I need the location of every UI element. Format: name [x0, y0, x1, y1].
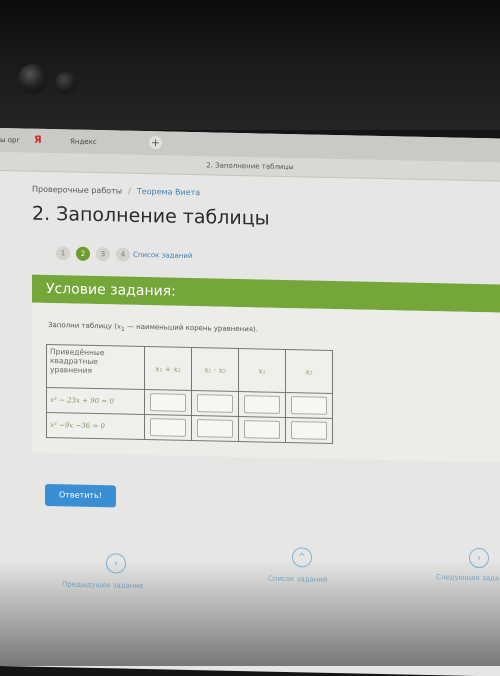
breadcrumb-item-tests[interactable]: Проверочные работы: [32, 185, 122, 196]
pager-page-2-active[interactable]: 2: [76, 246, 90, 261]
product-input[interactable]: [197, 394, 233, 413]
submit-answer-button[interactable]: Ответить!: [45, 483, 116, 508]
breadcrumb: Проверочные работы / Теорема Виета: [32, 185, 200, 198]
webcam-object-secondary: [55, 72, 77, 94]
table-cell: [144, 414, 192, 441]
pager-page-4[interactable]: 4: [116, 247, 130, 262]
table-cell: [285, 417, 333, 444]
prev-task-link[interactable]: Предыдущее задание: [62, 580, 143, 590]
webcam-object: [18, 64, 48, 94]
table-header-product: x₁ · x₂: [191, 347, 239, 392]
table-header-sum: x₁ + x₂: [144, 346, 192, 391]
sum-input[interactable]: [150, 393, 186, 412]
browser-tab-yandex[interactable]: Яндекс: [70, 137, 97, 146]
breadcrumb-separator: /: [128, 186, 131, 196]
browser-tab-fragment[interactable]: ы орг: [0, 136, 20, 144]
next-task-link[interactable]: Следующее зада: [436, 573, 499, 582]
sum-input[interactable]: [150, 418, 186, 437]
new-tab-button[interactable]: +: [149, 136, 162, 150]
instruction-before: Заполни таблицу (: [48, 321, 118, 331]
breadcrumb-item-vieta[interactable]: Теорема Виета: [137, 187, 200, 197]
x1-input[interactable]: [244, 395, 280, 414]
x2-input[interactable]: [291, 396, 327, 415]
x1-input[interactable]: [244, 420, 280, 439]
equation-label: x² − 23x + 90 = 0: [46, 387, 145, 415]
table-cell: [285, 392, 333, 419]
table-cell: [191, 390, 239, 417]
pager-page-1[interactable]: 1: [56, 246, 70, 261]
table-header-row: Приведённые квадратные уравнения x₁ + x₂…: [46, 344, 333, 394]
task-list-bottom-link[interactable]: Список заданий: [268, 575, 327, 584]
product-input[interactable]: [197, 419, 233, 438]
table-cell: [191, 415, 239, 442]
answer-table: Приведённые квадратные уравнения x₁ + x₂…: [46, 343, 333, 444]
yandex-icon: Я: [34, 134, 42, 146]
browser-screen: ы орг Я Яндекс + 2. Заполнение таблицы П…: [0, 128, 500, 676]
table-cell: [238, 416, 286, 443]
page-title: 2. Заполнение таблицы: [32, 202, 270, 230]
table-header-equations: Приведённые квадратные уравнения: [46, 344, 145, 390]
task-list-icon[interactable]: ^: [292, 547, 312, 568]
table-header-x1: x₁: [238, 348, 286, 393]
x2-input[interactable]: [291, 421, 327, 440]
table-row: x² −9x −36 = 0: [46, 412, 333, 444]
table-header-x2: x₂: [285, 349, 333, 394]
monitor-bezel: [0, 0, 500, 130]
equation-label: x² −9x −36 = 0: [46, 412, 145, 440]
pager-page-3[interactable]: 3: [96, 247, 110, 262]
table-cell: [144, 389, 192, 416]
next-task-icon[interactable]: ›: [469, 547, 489, 569]
table-cell: [238, 391, 286, 418]
task-list-link[interactable]: Список заданий: [133, 251, 192, 260]
prev-task-icon[interactable]: ‹: [106, 553, 126, 574]
instruction-after: — наименьший корень уравнения).: [124, 322, 258, 334]
